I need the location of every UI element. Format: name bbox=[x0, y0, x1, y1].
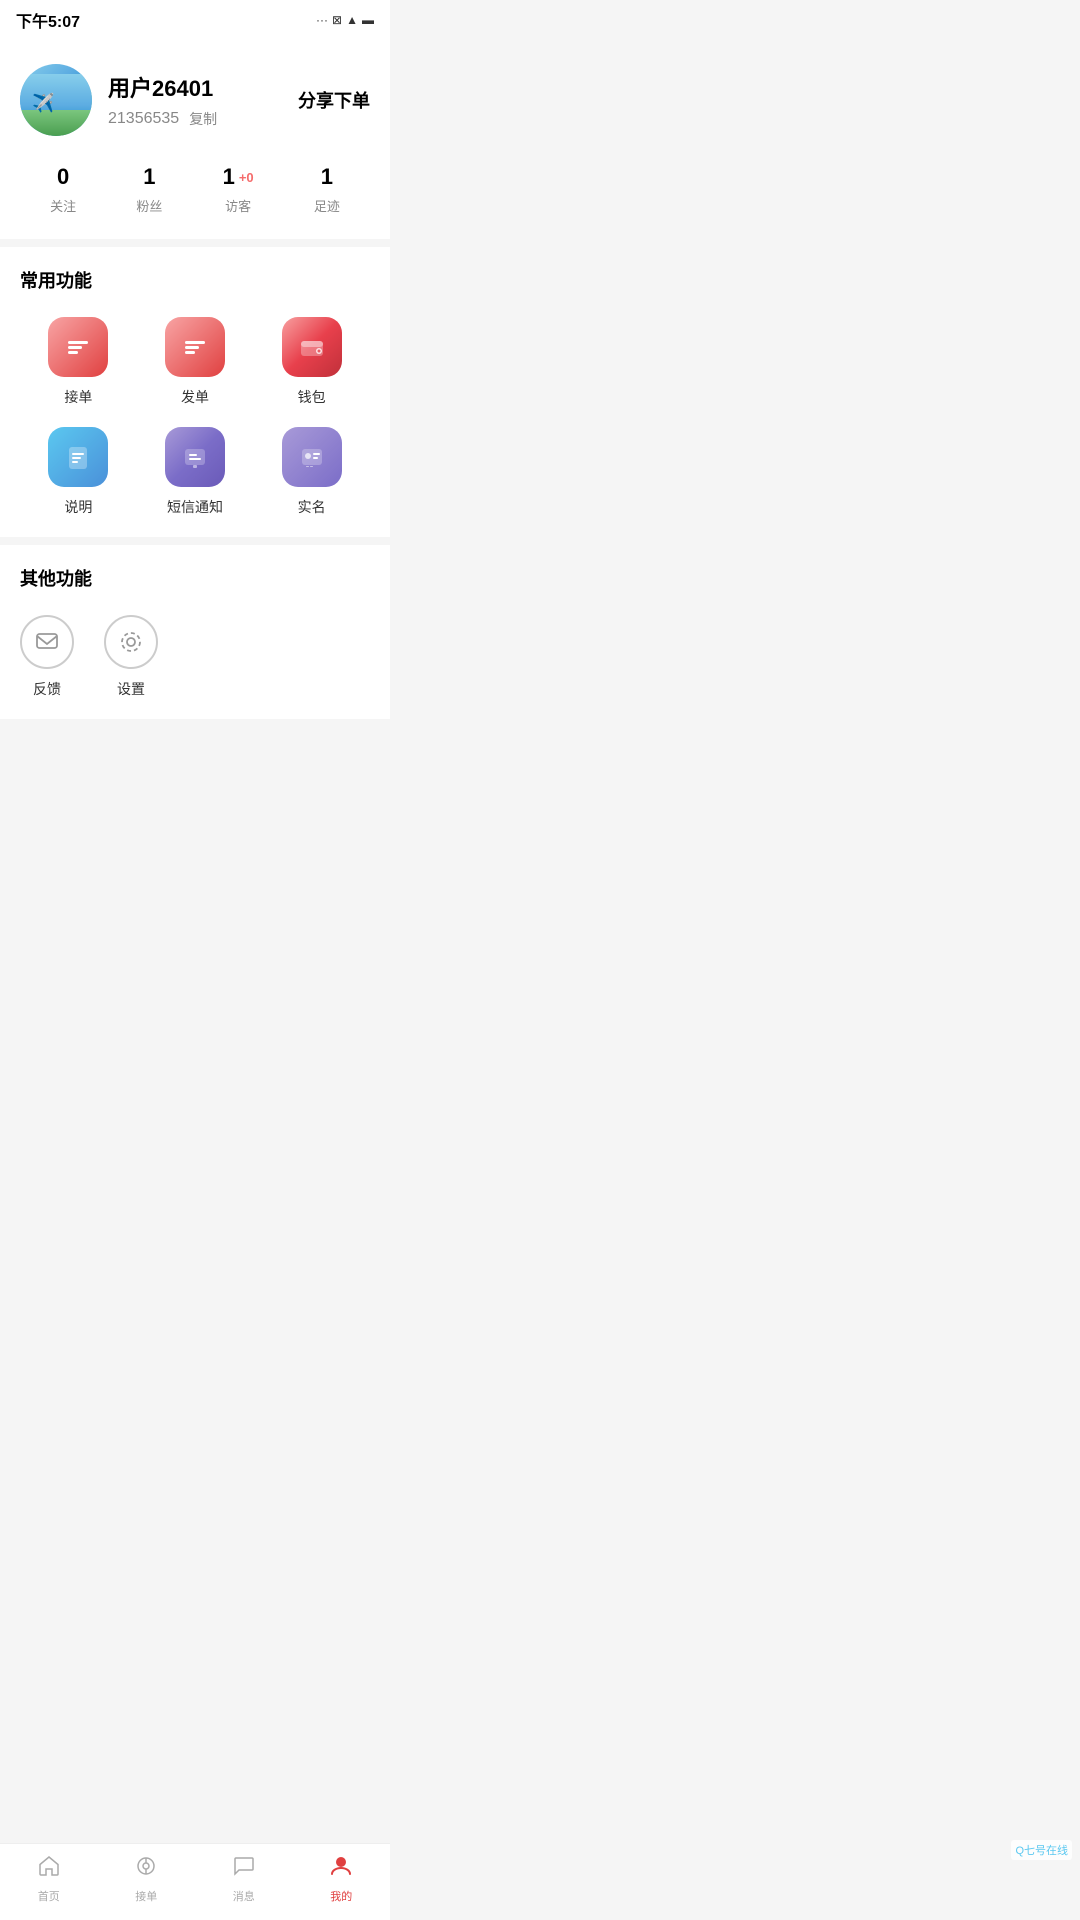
stat-label-follow: 关注 bbox=[50, 196, 76, 215]
other-functions-grid: 反馈 设置 bbox=[20, 615, 370, 699]
shuoming-label: 说明 bbox=[64, 497, 92, 517]
jiedan-label: 接单 bbox=[64, 387, 92, 407]
stat-item-footprint[interactable]: 1 足迹 bbox=[314, 164, 340, 215]
shiming-label: 实名 bbox=[298, 497, 326, 517]
qianbao-label: 钱包 bbox=[298, 387, 326, 407]
feedback-icon bbox=[20, 615, 74, 669]
profile-section: ✈️ 用户26401 21356535 复制 分享下单 0 关注 1 粉丝 bbox=[0, 40, 390, 239]
watermark: Q七号在线 bbox=[1011, 1840, 1072, 1860]
shiming-icon bbox=[282, 427, 342, 487]
jiedan-icon bbox=[48, 317, 108, 377]
jiedan-nav-icon bbox=[134, 1854, 158, 1884]
stat-number-visitors: 1 +0 bbox=[223, 164, 254, 190]
other-item-settings[interactable]: 设置 bbox=[104, 615, 158, 699]
nav-item-home[interactable]: 首页 bbox=[19, 1854, 79, 1904]
avatar[interactable]: ✈️ bbox=[20, 64, 92, 136]
status-bar: 下午5:07 ··· ⊠ ▲ ▬ bbox=[0, 0, 390, 40]
wifi-icon: ▲ bbox=[346, 13, 358, 27]
stat-item-fans[interactable]: 1 粉丝 bbox=[136, 164, 162, 215]
profile-name: 用户26401 bbox=[108, 71, 298, 103]
dots-icon: ··· bbox=[316, 13, 328, 27]
stat-item-visitors[interactable]: 1 +0 访客 bbox=[223, 164, 254, 215]
sim-icon: ⊠ bbox=[332, 13, 342, 27]
home-nav-label: 首页 bbox=[38, 1888, 60, 1904]
sms-label: 短信通知 bbox=[167, 497, 223, 517]
qianbao-icon bbox=[282, 317, 342, 377]
common-functions-grid: 接单 发单 钱包 bbox=[20, 317, 370, 517]
func-item-sms[interactable]: 短信通知 bbox=[137, 427, 254, 517]
stat-label-footprint: 足迹 bbox=[314, 196, 340, 215]
settings-icon bbox=[104, 615, 158, 669]
message-nav-label: 消息 bbox=[233, 1888, 255, 1904]
profile-header: ✈️ 用户26401 21356535 复制 分享下单 bbox=[20, 64, 370, 136]
home-nav-icon bbox=[37, 1854, 61, 1884]
profile-id: 21356535 bbox=[108, 110, 179, 128]
nav-item-mine[interactable]: 我的 bbox=[311, 1854, 371, 1904]
stat-number-fans: 1 bbox=[143, 164, 155, 190]
bottom-nav: 首页 接单 消息 我的 bbox=[0, 1843, 390, 1920]
stat-number-follow: 0 bbox=[57, 164, 69, 190]
status-time: 下午5:07 bbox=[16, 8, 80, 32]
fadan-label: 发单 bbox=[181, 387, 209, 407]
func-item-jiedan[interactable]: 接单 bbox=[20, 317, 137, 407]
copy-button[interactable]: 复制 bbox=[189, 109, 217, 129]
stats-row: 0 关注 1 粉丝 1 +0 访客 1 足迹 bbox=[20, 160, 370, 219]
shuoming-icon bbox=[48, 427, 108, 487]
feedback-label: 反馈 bbox=[33, 679, 61, 699]
sms-icon bbox=[165, 427, 225, 487]
func-item-fadan[interactable]: 发单 bbox=[137, 317, 254, 407]
status-icons: ··· ⊠ ▲ ▬ bbox=[316, 13, 374, 27]
other-functions-section: 其他功能 反馈 设置 bbox=[0, 545, 390, 719]
stat-item-follow[interactable]: 0 关注 bbox=[50, 164, 76, 215]
message-nav-icon bbox=[232, 1854, 256, 1884]
settings-label: 设置 bbox=[117, 679, 145, 699]
func-item-shiming[interactable]: 实名 bbox=[253, 427, 370, 517]
battery-icon: ▬ bbox=[362, 13, 374, 27]
stat-label-fans: 粉丝 bbox=[136, 196, 162, 215]
profile-id-row: 21356535 复制 bbox=[108, 109, 298, 129]
func-item-shuoming[interactable]: 说明 bbox=[20, 427, 137, 517]
mine-nav-label: 我的 bbox=[330, 1888, 352, 1904]
share-button[interactable]: 分享下单 bbox=[298, 87, 370, 113]
common-functions-section: 常用功能 接单 发单 bbox=[0, 247, 390, 537]
stat-number-footprint: 1 bbox=[321, 164, 333, 190]
nav-item-jiedan[interactable]: 接单 bbox=[116, 1854, 176, 1904]
profile-info: 用户26401 21356535 复制 bbox=[108, 71, 298, 129]
nav-item-message[interactable]: 消息 bbox=[214, 1854, 274, 1904]
fadan-icon bbox=[165, 317, 225, 377]
jiedan-nav-label: 接单 bbox=[135, 1888, 157, 1904]
mine-nav-icon bbox=[329, 1854, 353, 1884]
func-item-qianbao[interactable]: 钱包 bbox=[253, 317, 370, 407]
common-functions-title: 常用功能 bbox=[20, 267, 370, 293]
other-item-feedback[interactable]: 反馈 bbox=[20, 615, 74, 699]
other-functions-title: 其他功能 bbox=[20, 565, 370, 591]
stat-label-visitors: 访客 bbox=[225, 196, 251, 215]
visitor-badge: +0 bbox=[239, 170, 254, 185]
